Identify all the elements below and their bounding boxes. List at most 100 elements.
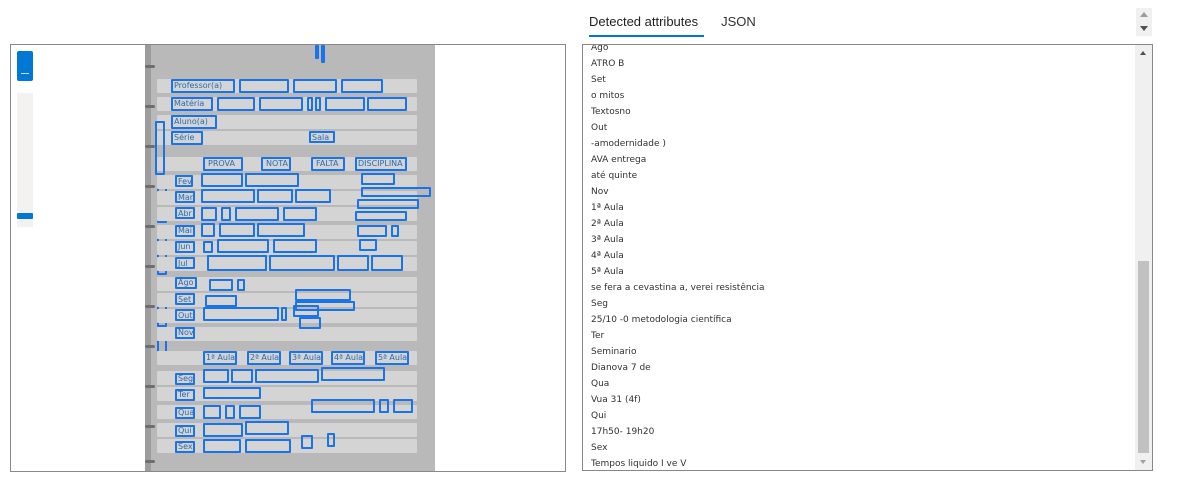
- page-scrollbar[interactable]: [1136, 8, 1152, 36]
- notebook-ring: [145, 265, 155, 268]
- detected-word-box: [239, 79, 289, 93]
- detected-word-box: [175, 257, 195, 269]
- list-item: -amodernidade ): [591, 139, 666, 149]
- detected-word-box: [311, 157, 345, 171]
- list-item: 2ª Aula: [591, 219, 624, 229]
- detected-word-box: [175, 441, 195, 453]
- detected-word-box: [155, 121, 165, 175]
- detected-word-box: [175, 407, 195, 419]
- detected-word-box: [175, 327, 195, 339]
- tab-json[interactable]: JSON: [716, 8, 762, 36]
- list-item: até quinte: [591, 171, 638, 181]
- ruled-field: [157, 405, 417, 419]
- detected-word-box: [301, 435, 313, 449]
- detected-word-box: [357, 199, 419, 209]
- detected-word-box: [175, 191, 195, 203]
- detected-word-box: [245, 439, 291, 453]
- notebook-ring: [145, 145, 155, 148]
- detected-attributes-panel[interactable]: Ago ATRO B Set o mitos Textosno Out -amo…: [582, 44, 1153, 471]
- list-item: Vua 31 (4f): [591, 395, 641, 405]
- zoom-out-button[interactable]: [17, 51, 33, 81]
- scroll-up-icon[interactable]: [1140, 12, 1148, 17]
- detected-word-box: [247, 351, 281, 365]
- detected-word-box: [379, 399, 389, 413]
- attributes-scrollbar[interactable]: [1135, 45, 1152, 470]
- zoom-slider-thumb[interactable]: [17, 213, 33, 219]
- list-item: Qua: [591, 379, 610, 389]
- detected-word-box: [315, 97, 321, 111]
- ruled-field: [157, 309, 417, 323]
- document-image: Professor(a) Matéria Aluno(a) Série Sala…: [145, 45, 435, 471]
- ruled-field: [157, 293, 417, 307]
- detected-word-box: [205, 295, 237, 307]
- detected-word-box: [361, 173, 395, 185]
- notebook-spine: [145, 45, 151, 471]
- detected-word-box: [327, 433, 335, 447]
- detected-word-box: [355, 157, 407, 171]
- detected-word-box: [239, 405, 261, 419]
- list-item: 4ª Aula: [591, 251, 624, 261]
- detected-word-box: [337, 255, 369, 271]
- detected-word-box: [307, 97, 313, 111]
- detected-word-box: [175, 425, 195, 437]
- ruled-field: [157, 327, 417, 341]
- scrollbar-thumb[interactable]: [1138, 261, 1149, 453]
- detected-word-box: [209, 279, 233, 291]
- list-item: Nov: [591, 187, 609, 197]
- notebook-ring: [145, 385, 155, 388]
- detected-word-box: [299, 317, 321, 329]
- list-item: AVA entrega: [591, 155, 647, 165]
- detected-word-box: [245, 173, 299, 187]
- detected-word-box: [201, 223, 215, 237]
- detected-word-box: [175, 225, 195, 237]
- detected-word-box: [273, 239, 317, 253]
- detected-word-box: [257, 223, 305, 237]
- list-item: Ter: [591, 331, 605, 341]
- detected-word-box: [203, 241, 213, 253]
- minus-icon: [21, 73, 29, 74]
- list-item: 25/10 -0 metodologia científica: [591, 315, 732, 325]
- detected-word-box: [315, 45, 319, 59]
- scroll-down-icon[interactable]: [1140, 26, 1148, 31]
- detected-word-box: [217, 239, 269, 253]
- attributes-list: Ago ATRO B Set o mitos Textosno Out -amo…: [591, 44, 1132, 470]
- detected-word-box: [295, 189, 331, 203]
- detected-word-box: [175, 277, 197, 289]
- detected-word-box: [255, 369, 319, 383]
- detected-word-box: [393, 399, 413, 413]
- list-item: Set: [591, 75, 606, 85]
- notebook-ring: [145, 425, 155, 428]
- scroll-down-icon[interactable]: [1140, 460, 1146, 464]
- detected-word-box: [321, 367, 385, 381]
- notebook-ring: [145, 460, 155, 463]
- list-item: Ago: [591, 44, 609, 53]
- detected-word-box: [203, 439, 241, 453]
- detected-word-box: [391, 225, 399, 237]
- ruled-field: [157, 387, 417, 401]
- zoom-slider-track[interactable]: [17, 93, 33, 227]
- detected-word-box: [231, 369, 253, 383]
- detected-word-box: [225, 405, 235, 419]
- list-item: 3ª Aula: [591, 235, 624, 245]
- list-item: Textosno: [591, 107, 631, 117]
- tab-detected-attributes[interactable]: Detected attributes: [584, 8, 705, 37]
- detected-word-box: [175, 207, 195, 219]
- detected-word-box: [237, 279, 245, 291]
- detected-word-box: [357, 225, 387, 237]
- list-item: ATRO B: [591, 59, 625, 69]
- notebook-ring: [145, 305, 155, 308]
- list-item: Sex: [591, 443, 608, 453]
- detected-word-box: [171, 79, 235, 93]
- detected-word-box: [175, 373, 195, 385]
- detected-word-box: [201, 189, 255, 203]
- detected-word-box: [235, 207, 279, 221]
- scroll-up-icon[interactable]: [1140, 51, 1146, 55]
- detected-word-box: [175, 293, 195, 305]
- detected-word-box: [293, 79, 337, 93]
- detected-word-box: [295, 289, 351, 301]
- detected-word-box: [325, 97, 365, 111]
- detected-word-box: [203, 387, 261, 399]
- list-item: Dianova 7 de: [591, 363, 651, 373]
- image-viewer[interactable]: Professor(a) Matéria Aluno(a) Série Sala…: [10, 44, 566, 472]
- detected-word-box: [261, 157, 291, 171]
